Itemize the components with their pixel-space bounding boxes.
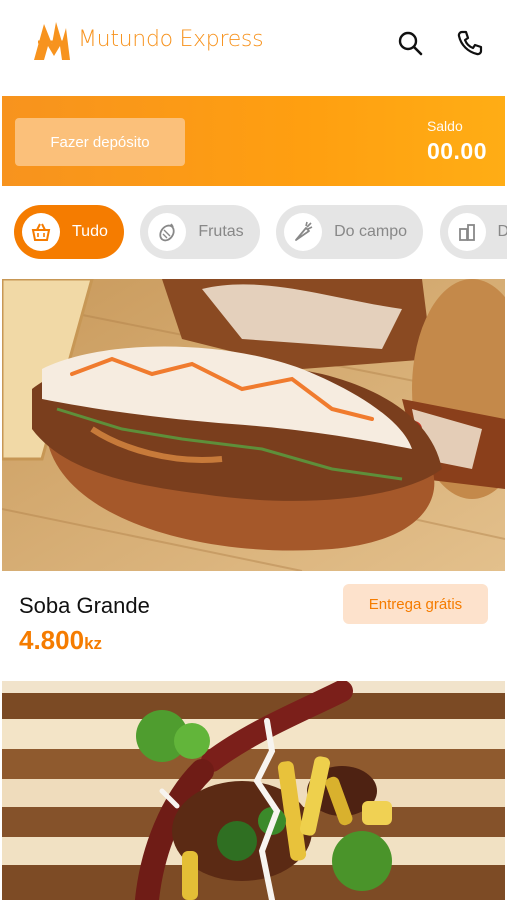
balance-box: Saldo 00.00 bbox=[427, 118, 487, 165]
balance-value: 00.00 bbox=[426, 138, 487, 164]
balance-label: Saldo bbox=[426, 118, 463, 134]
app-header: Mutundo Express bbox=[0, 0, 507, 90]
drink-icon bbox=[447, 213, 486, 251]
category-label: Tudo bbox=[72, 223, 108, 240]
product-name: Soba Grande bbox=[19, 593, 150, 618]
deposit-button[interactable]: Fazer depósito bbox=[15, 118, 185, 166]
carrot-icon bbox=[284, 213, 323, 251]
basket-icon bbox=[22, 213, 60, 251]
product-image[interactable] bbox=[2, 279, 505, 571]
price-amount: 4.800 bbox=[19, 625, 85, 655]
free-delivery-badge: Entrega grátis bbox=[343, 584, 488, 624]
balance-banner: Fazer depósito Saldo 00.00 bbox=[2, 96, 505, 186]
category-chip-tudo[interactable]: Tudo bbox=[14, 205, 124, 259]
product-price: 4.800kz bbox=[19, 625, 102, 656]
category-chip-frutas[interactable]: Frutas bbox=[140, 205, 260, 259]
category-chips: Tudo Frutas Do campo Do bbox=[14, 205, 507, 259]
category-chip-do-campo[interactable]: Do campo bbox=[276, 205, 424, 259]
product-image[interactable] bbox=[2, 681, 505, 900]
brand-name: Mutundo Express bbox=[78, 26, 264, 52]
category-label: Do campo bbox=[334, 223, 408, 240]
category-label: Do bbox=[497, 223, 507, 240]
category-chip-drinks[interactable]: Do bbox=[439, 205, 507, 259]
phone-icon[interactable] bbox=[455, 28, 485, 58]
search-icon[interactable] bbox=[395, 28, 425, 58]
logo-mark-icon bbox=[34, 22, 70, 60]
fruit-icon bbox=[148, 213, 187, 251]
price-currency: kz bbox=[84, 634, 103, 653]
category-label: Frutas bbox=[198, 223, 244, 240]
brand-logo[interactable]: Mutundo Express bbox=[32, 16, 264, 62]
